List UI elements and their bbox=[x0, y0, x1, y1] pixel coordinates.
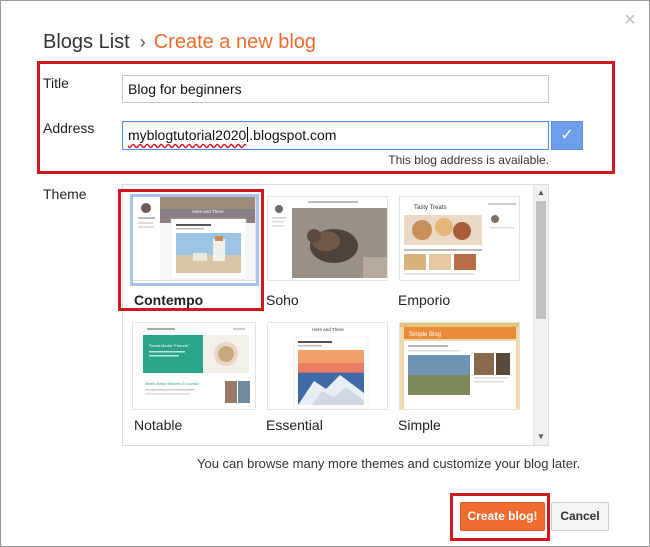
theme-name-simple[interactable]: Simple bbox=[398, 417, 441, 433]
create-blog-dialog: × Blogs List › Create a new blog Title Add… bbox=[0, 0, 650, 547]
address-label: Address bbox=[43, 120, 95, 136]
scroll-down-arrow-icon[interactable]: ▼ bbox=[534, 431, 548, 443]
theme-name-soho[interactable]: Soho bbox=[266, 292, 299, 308]
emporio-mini-title: Tasty Treats bbox=[414, 205, 446, 211]
theme-name-notable[interactable]: Notable bbox=[134, 417, 182, 433]
theme-label: Theme bbox=[43, 186, 87, 202]
theme-thumbnail-soho[interactable] bbox=[267, 196, 388, 281]
scrollbar-thumb[interactable] bbox=[536, 201, 546, 319]
essential-mini-title: Here and There bbox=[312, 327, 344, 332]
cancel-button[interactable]: Cancel bbox=[551, 502, 609, 531]
breadcrumb-blogs-list[interactable]: Blogs List bbox=[43, 31, 130, 53]
notable-mini-title: Social Media "Friends" bbox=[149, 343, 190, 348]
address-available-status: This blog address is available. bbox=[388, 153, 549, 167]
theme-name-essential[interactable]: Essential bbox=[266, 417, 323, 433]
theme-name-contempo[interactable]: Contempo bbox=[134, 292, 203, 308]
theme-thumbnail-essential[interactable]: Here and There bbox=[267, 322, 388, 410]
notable-preview: Social Media "Friends" What's Better Bet… bbox=[133, 323, 255, 409]
theme-thumbnail-contempo[interactable]: Here and There bbox=[132, 196, 256, 281]
scroll-up-arrow-icon[interactable]: ▲ bbox=[534, 187, 548, 199]
title-label: Title bbox=[43, 75, 69, 91]
breadcrumb: Blogs List › Create a new blog bbox=[43, 31, 316, 54]
theme-gallery[interactable]: Here and There Tasty Treats Social Media… bbox=[122, 184, 549, 446]
address-input[interactable]: myblogtutorial2020 .blogspot.com bbox=[122, 121, 549, 150]
soho-preview bbox=[268, 197, 387, 280]
address-value-domain: .blogspot.com bbox=[249, 127, 337, 143]
contempo-preview: Here and There bbox=[133, 197, 255, 280]
title-input[interactable] bbox=[122, 75, 549, 103]
contempo-mini-title: Here and There bbox=[192, 209, 224, 214]
page-title: Create a new blog bbox=[153, 31, 317, 53]
theme-thumbnail-notable[interactable]: Social Media "Friends" What's Better Bet… bbox=[132, 322, 256, 410]
emporio-preview: Tasty Treats bbox=[400, 197, 519, 280]
theme-gallery-scrollbar[interactable]: ▲ ▼ bbox=[533, 185, 548, 445]
breadcrumb-separator-icon: › bbox=[139, 32, 146, 52]
simple-mini-title: Simple Blog bbox=[409, 332, 441, 338]
essential-preview: Here and There bbox=[268, 323, 387, 409]
create-blog-button[interactable]: Create blog! bbox=[460, 502, 545, 531]
theme-thumbnail-simple[interactable]: Simple Blog bbox=[399, 322, 520, 410]
theme-name-emporio[interactable]: Emporio bbox=[398, 292, 450, 308]
browse-themes-note: You can browse many more themes and cust… bbox=[197, 456, 581, 471]
notable-mini-subtitle: What's Better Between It Sounds? bbox=[145, 382, 200, 386]
close-icon[interactable]: × bbox=[621, 10, 639, 30]
address-value-typed: myblogtutorial2020 bbox=[128, 127, 247, 143]
checkmark-icon: ✓ bbox=[551, 121, 583, 150]
theme-thumbnail-emporio[interactable]: Tasty Treats bbox=[399, 196, 520, 281]
simple-preview: Simple Blog bbox=[400, 323, 519, 409]
